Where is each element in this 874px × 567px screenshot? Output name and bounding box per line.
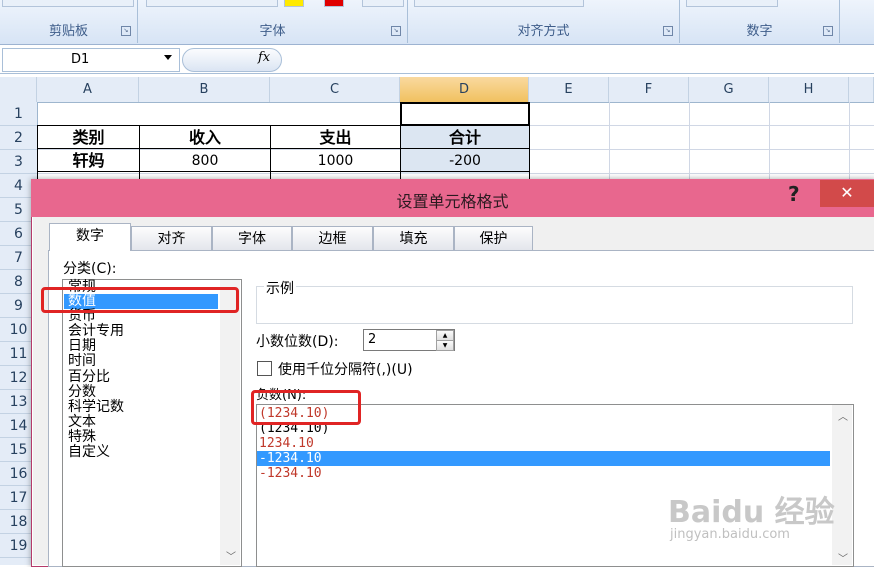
scroll-up-icon[interactable]: ︿ bbox=[838, 408, 848, 423]
gridline bbox=[849, 102, 850, 182]
cell-c3[interactable]: 1000 bbox=[270, 148, 401, 172]
annotation-highlight-negative bbox=[251, 390, 361, 425]
category-item[interactable]: 会计专用 bbox=[68, 324, 124, 339]
thousands-separator-checkbox[interactable] bbox=[257, 361, 272, 376]
gridline bbox=[609, 102, 610, 182]
stepper-down-icon[interactable]: ▼ bbox=[436, 340, 454, 351]
gridline bbox=[769, 102, 770, 182]
group-label-alignment: 对齐方式 bbox=[517, 24, 570, 39]
select-all-corner[interactable] bbox=[0, 77, 37, 102]
cell-b3[interactable]: 800 bbox=[139, 148, 271, 172]
dialog-launcher-icon[interactable]: ↘ bbox=[121, 26, 131, 36]
decimal-places-stepper[interactable]: ▲ ▼ bbox=[436, 330, 454, 351]
number-format-dropdown[interactable] bbox=[686, 0, 778, 7]
group-alignment: 对齐方式 ↘ bbox=[408, 0, 680, 43]
tab-protection[interactable]: 保护 bbox=[454, 226, 533, 250]
column-header-d[interactable]: D bbox=[400, 77, 529, 102]
category-item[interactable]: 特殊 bbox=[68, 430, 96, 445]
annotation-highlight-category bbox=[41, 287, 239, 313]
tab-border[interactable]: 边框 bbox=[292, 226, 373, 250]
cell-d3[interactable]: -200 bbox=[400, 148, 530, 172]
baidu-watermark: Baidu 经验 bbox=[668, 495, 835, 530]
cell-a3[interactable]: 轩妈 bbox=[37, 148, 140, 172]
category-item[interactable]: 日期 bbox=[68, 339, 96, 354]
column-header-f[interactable]: F bbox=[609, 77, 689, 102]
highlight-color-button[interactable] bbox=[284, 0, 304, 7]
category-label: 分类(C): bbox=[63, 261, 117, 277]
column-header-c[interactable]: C bbox=[270, 77, 400, 102]
column-header-a[interactable]: A bbox=[37, 77, 139, 102]
column-header-g[interactable]: G bbox=[689, 77, 769, 102]
negative-option-selected[interactable]: -1234.10 bbox=[259, 451, 322, 466]
dialog-title: 设置单元格格式 bbox=[396, 192, 509, 211]
group-label-clipboard: 剪贴板 bbox=[48, 24, 88, 39]
tab-fill[interactable]: 填充 bbox=[373, 226, 454, 250]
category-item[interactable]: 自定义 bbox=[68, 445, 110, 460]
tab-alignment[interactable]: 对齐 bbox=[131, 226, 212, 250]
font-more-button[interactable] bbox=[362, 0, 404, 7]
negative-numbers-scrollbar[interactable] bbox=[832, 405, 852, 565]
baidu-watermark-url: jingyan.baidu.com bbox=[670, 527, 790, 542]
name-box[interactable]: D1 bbox=[2, 48, 180, 72]
tab-number[interactable]: 数字 bbox=[49, 223, 131, 251]
font-color-button[interactable] bbox=[324, 0, 344, 7]
group-label-font: 字体 bbox=[259, 24, 286, 39]
group-clipboard: 剪贴板 ↘ bbox=[0, 0, 138, 43]
cell-header-total[interactable]: 合计 bbox=[400, 125, 530, 149]
chevron-down-icon[interactable] bbox=[164, 55, 172, 60]
name-box-value: D1 bbox=[71, 52, 90, 67]
column-header-e[interactable]: E bbox=[529, 77, 609, 102]
scroll-down-icon[interactable]: ﹀ bbox=[838, 550, 848, 565]
negative-option[interactable]: 1234.10 bbox=[259, 436, 314, 451]
row-header[interactable]: 1 bbox=[0, 102, 37, 126]
sample-label: 示例 bbox=[264, 278, 296, 298]
sample-box bbox=[256, 286, 853, 324]
negative-option[interactable]: -1234.10 bbox=[259, 466, 322, 481]
dialog-launcher-icon[interactable]: ↘ bbox=[823, 26, 833, 36]
paste-button[interactable] bbox=[2, 0, 134, 7]
alignment-buttons[interactable] bbox=[414, 0, 584, 7]
category-item[interactable]: 百分比 bbox=[68, 370, 110, 385]
close-button[interactable]: ✕ bbox=[820, 180, 874, 207]
category-item[interactable]: 文本 bbox=[68, 415, 96, 430]
group-font: 字体 ↘ bbox=[138, 0, 408, 43]
category-item[interactable]: 科学记数 bbox=[68, 400, 124, 415]
row-header[interactable]: 2 bbox=[0, 126, 37, 150]
category-item[interactable]: 时间 bbox=[68, 354, 96, 369]
column-header-i[interactable] bbox=[849, 77, 874, 102]
font-buttons[interactable] bbox=[146, 0, 278, 7]
category-scrollbar[interactable] bbox=[220, 280, 240, 565]
group-number: 数字 ↘ bbox=[680, 0, 840, 43]
scroll-down-icon[interactable]: ﹀ bbox=[226, 548, 236, 563]
cell-header-category[interactable]: 类别 bbox=[37, 125, 140, 149]
dialog-launcher-icon[interactable]: ↘ bbox=[391, 26, 401, 36]
dialog-launcher-icon[interactable]: ↘ bbox=[663, 26, 673, 36]
thousands-separator-label[interactable]: 使用千位分隔符(,)(U) bbox=[278, 359, 413, 379]
dialog-title-bar[interactable]: 设置单元格格式 bbox=[31, 179, 874, 217]
category-item[interactable]: 分数 bbox=[68, 385, 96, 400]
help-icon[interactable]: ? bbox=[788, 182, 800, 206]
decimal-places-value: 2 bbox=[368, 332, 377, 347]
column-header-b[interactable]: B bbox=[139, 77, 270, 102]
insert-function-icon[interactable]: fx bbox=[258, 50, 270, 65]
decimal-places-label: 小数位数(D): bbox=[256, 334, 339, 350]
cell-header-income[interactable]: 收入 bbox=[139, 125, 271, 149]
tab-font[interactable]: 字体 bbox=[212, 226, 292, 250]
cell-header-expense[interactable]: 支出 bbox=[270, 125, 401, 149]
row-header[interactable]: 3 bbox=[0, 150, 37, 174]
negative-numbers-list[interactable] bbox=[256, 404, 854, 567]
gridline bbox=[689, 102, 690, 182]
group-label-number: 数字 bbox=[746, 24, 773, 39]
cell-d1-selected[interactable] bbox=[400, 102, 530, 126]
negative-selection-highlight bbox=[257, 451, 830, 466]
column-header-h[interactable]: H bbox=[769, 77, 849, 102]
